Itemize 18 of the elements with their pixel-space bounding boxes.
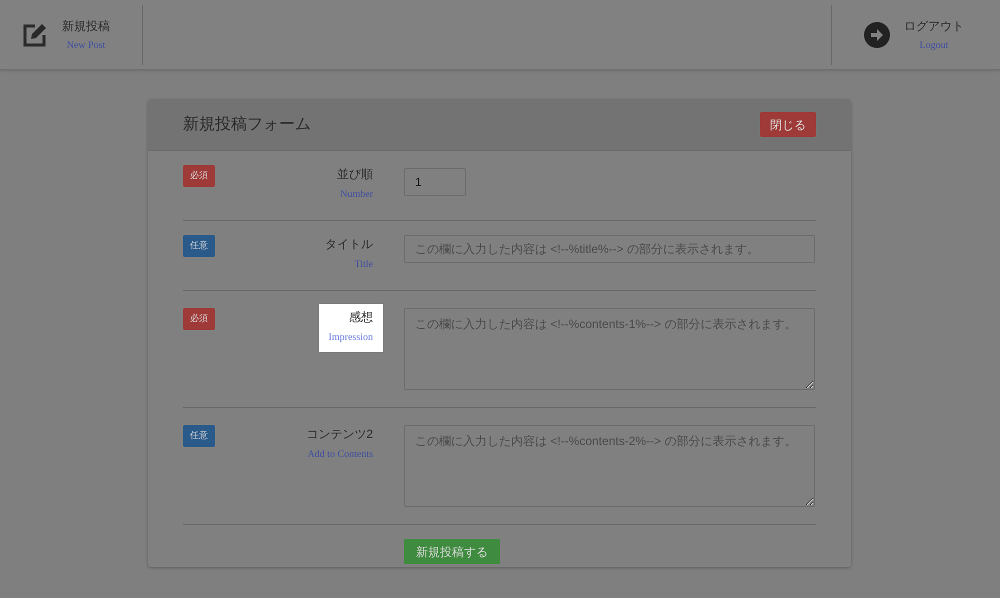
field-label: タイトル Title	[325, 236, 373, 272]
nav-subtitle[interactable]: Logout	[920, 38, 948, 52]
submit-button[interactable]: 新規投稿する	[404, 539, 500, 564]
status-badge: 任意	[183, 235, 215, 257]
status-badge: 必須	[183, 308, 215, 330]
nav-title[interactable]: 新規投稿	[62, 16, 110, 34]
input-field[interactable]: 1	[404, 168, 466, 196]
close-button[interactable]: 閉じる	[760, 112, 816, 137]
arrow-right-circle-icon[interactable]	[864, 22, 890, 48]
status-badge: 任意	[183, 425, 215, 447]
field-label: 並び順 Number	[337, 166, 373, 202]
edit-icon[interactable]	[22, 22, 48, 48]
field-label: コンテンツ2 Add to Contents	[306, 426, 373, 462]
form-title: 新規投稿フォーム	[183, 114, 311, 134]
nav-subtitle[interactable]: New Post	[66, 38, 106, 52]
highlighted-label: 感想 Impression	[318, 304, 383, 352]
nav-title[interactable]: ログアウト	[904, 16, 964, 34]
status-badge: 必須	[183, 165, 215, 187]
